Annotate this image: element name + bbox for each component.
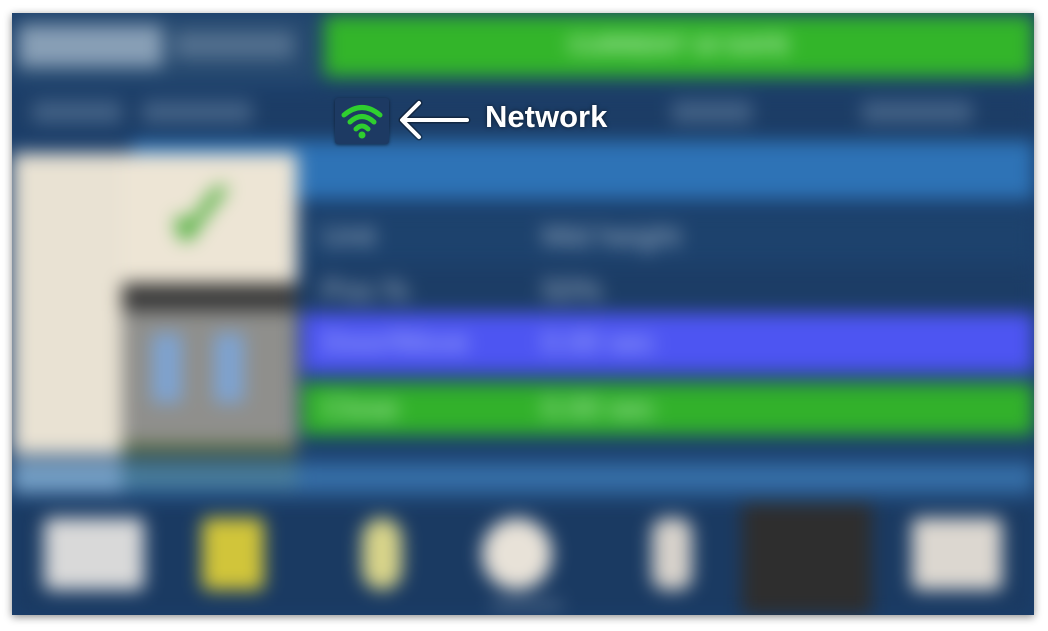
status-bar: CURRENT 10 SAFE — [324, 15, 1034, 77]
checkmark-icon: ✓ — [162, 162, 243, 269]
network-button[interactable] — [335, 98, 389, 144]
app-logo-subtitle — [174, 31, 294, 59]
detail-value: 0.00 sec — [542, 326, 656, 359]
network-label: Network — [485, 99, 608, 134]
detail-key: Pos % — [322, 274, 409, 307]
detail-key: Unit — [322, 220, 376, 253]
detail-row: Unit Mid height — [302, 211, 1034, 263]
screenshot-frame: CURRENT 10 SAFE ✓ Unit Mid height Pos % … — [12, 13, 1034, 615]
left-arrow-icon — [398, 99, 471, 141]
door-illustration-strip — [122, 283, 297, 311]
lightbulb-icon[interactable] — [362, 518, 402, 590]
person-icon[interactable] — [652, 518, 692, 590]
module-icon[interactable] — [202, 518, 264, 590]
nav-item[interactable] — [672, 101, 752, 123]
fan-icon[interactable] — [482, 518, 552, 590]
grid-icon[interactable] — [44, 518, 144, 590]
glow-band — [12, 453, 1034, 503]
door-window — [152, 333, 182, 403]
wifi-icon — [341, 105, 383, 139]
nav-item[interactable] — [32, 101, 122, 123]
nav-item[interactable] — [142, 101, 252, 123]
door-window — [214, 333, 244, 403]
detail-value: 50% — [542, 274, 603, 307]
app-logo — [18, 25, 163, 67]
detail-value: Mid height — [542, 220, 681, 253]
detail-row-highlighted: Door/Move 0.00 sec — [302, 313, 1034, 373]
detail-row: Pos % 50% — [302, 265, 1034, 317]
camera-icon[interactable] — [912, 518, 1002, 590]
dock-selected-tile[interactable] — [742, 503, 872, 615]
detail-key: Door/Move — [322, 326, 469, 359]
status-text: CURRENT 10 SAFE — [568, 32, 790, 59]
detail-row-status: Close 0.00 sec — [302, 383, 1034, 435]
detail-key: Close — [322, 392, 399, 425]
dock-indicator — [492, 603, 562, 607]
nav-item[interactable] — [862, 101, 972, 123]
door-illustration-side — [12, 153, 124, 493]
detail-value: 0.00 sec — [542, 392, 656, 425]
